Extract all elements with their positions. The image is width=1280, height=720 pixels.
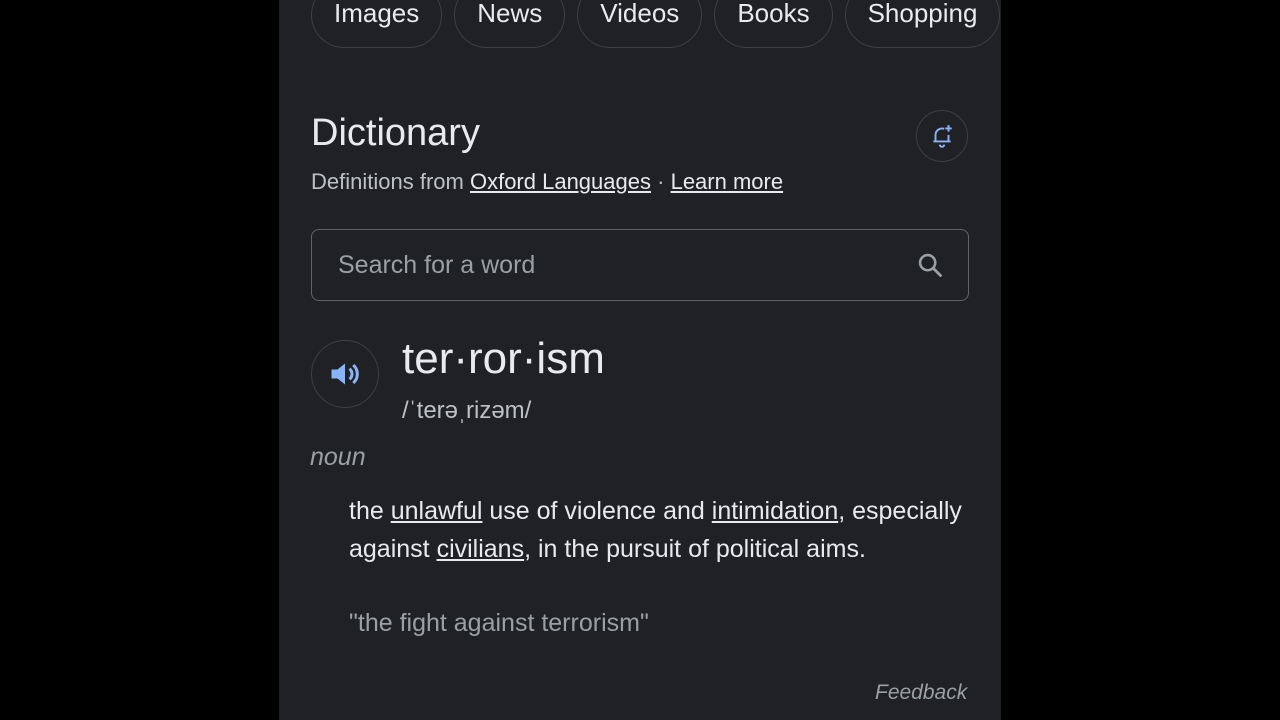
feedback-link[interactable]: Feedback xyxy=(875,681,967,705)
word-search-box xyxy=(311,229,969,301)
definition-text-2: use of violence and xyxy=(482,497,712,525)
headword: ter·ror·ism xyxy=(402,334,605,383)
tab-videos[interactable]: Videos xyxy=(577,0,703,48)
part-of-speech: noun xyxy=(310,443,366,471)
learn-more-link[interactable]: Learn more xyxy=(671,169,784,194)
alert-button[interactable] xyxy=(916,110,968,162)
search-tabs: Images News Videos Books Shopping xyxy=(311,0,1001,48)
pronunciation-button[interactable] xyxy=(311,340,379,408)
phonetic-spelling: /ˈterəˌrizəm/ xyxy=(402,397,532,424)
tab-images[interactable]: Images xyxy=(311,0,443,48)
usage-example: "the fight against terrorism" xyxy=(349,609,649,637)
search-icon[interactable] xyxy=(916,251,944,279)
definition-text-1: the xyxy=(349,497,391,525)
source-line: Definitions from Oxford Languages · Lear… xyxy=(311,169,783,195)
link-intimidation[interactable]: intimidation xyxy=(712,497,838,525)
tab-news[interactable]: News xyxy=(454,0,566,48)
word-search-input[interactable] xyxy=(336,249,916,281)
dictionary-screen: Images News Videos Books Shopping Dictio… xyxy=(279,0,1001,720)
definition-text: the unlawful use of violence and intimid… xyxy=(349,492,979,568)
link-unlawful[interactable]: unlawful xyxy=(391,497,483,525)
tab-shopping[interactable]: Shopping xyxy=(844,0,1001,48)
oxford-languages-link[interactable]: Oxford Languages xyxy=(470,169,651,194)
dictionary-title: Dictionary xyxy=(311,112,480,154)
source-prefix: Definitions from xyxy=(311,169,464,194)
speaker-icon xyxy=(331,363,359,385)
separator: · xyxy=(657,169,665,194)
bell-plus-icon xyxy=(933,125,952,148)
link-civilians[interactable]: civilians xyxy=(437,535,525,563)
tab-books[interactable]: Books xyxy=(714,0,833,48)
definition-text-4: , in the pursuit of political aims. xyxy=(524,535,866,563)
